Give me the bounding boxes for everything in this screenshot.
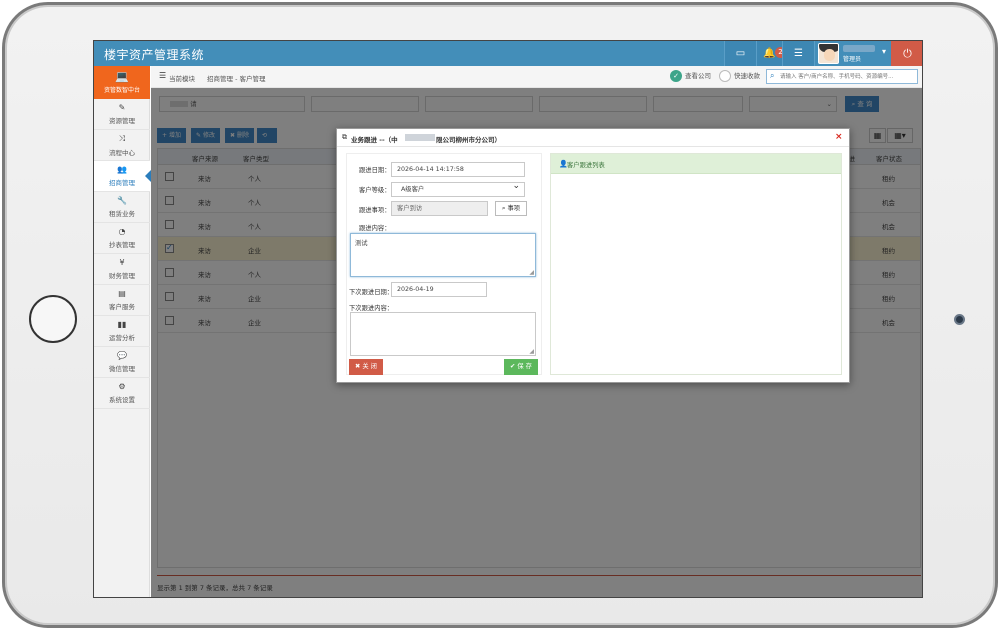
main-content: ☰ 当前模块 招商管理 - 客户管理 ✓查看公司 快速收款 ⌕ 请 ⌄ ⌕ 查 … [151,66,922,597]
level-label: 客户等级： [359,187,391,194]
close-icon[interactable]: × [835,132,843,142]
camera-icon [954,314,965,325]
search-icon: ⌕ [770,71,775,80]
follow-up-modal: ⧉ 业务跟进 --（中 限公司柳州市分公司） × 跟进日期： 2026-04-1… [336,128,850,383]
save-button[interactable]: ✔ 保 存 [504,359,538,375]
monitor-icon[interactable]: ▭ [724,41,756,66]
breadcrumb: ☰ 当前模块 招商管理 - 客户管理 ✓ 查看公司 快速收款 ⌕ [151,66,922,88]
search-icon: ⌕ [501,205,506,212]
list-icon[interactable]: ☰ [782,41,814,66]
card-icon: ▤ [118,289,126,298]
user-role: 管理员 [843,56,862,63]
breadcrumb-current: 当前模块 [169,75,195,83]
sidebar-item-service[interactable]: ▤ 客户服务 [94,285,150,316]
sidebar-item-meter[interactable]: ◔ 抄表管理 [94,223,150,254]
follow-up-list-header: 👤 客户跟进列表 [551,154,841,174]
caret-down-icon: ▾ [882,47,887,56]
sidebar-item-settings[interactable]: ⚙ 系统设置 [94,378,150,409]
chat-icon: 💬 [117,351,127,360]
sidebar-item-lease[interactable]: 🔧 租赁业务 [94,192,150,223]
copy-icon: ⧉ [342,133,347,141]
menu-icon[interactable]: ☰ [159,71,166,80]
matter-field: 客户到访 [391,201,488,216]
laptop-icon: 💻 [115,70,129,83]
user-plus-icon: 👥 [117,165,127,174]
top-header: 楼宇资产管理系统 ▭ 🔔 2 ☰ 管理员 ▾ ⏻ [94,41,922,66]
company-name-redacted [405,134,435,141]
modal-title: 业务跟进 --（中 [351,136,398,144]
quick-payment-toggle[interactable]: 快速收款 [719,70,760,82]
content-label: 跟进内容： [359,225,391,232]
modal-header: ⧉ 业务跟进 --（中 限公司柳州市分公司） × [337,129,849,147]
yen-icon: ¥ [119,258,125,267]
check-icon: ✓ [670,70,682,82]
close-button[interactable]: ✖ 关 闭 [349,359,383,375]
breadcrumb-path: 招商管理 - 客户管理 [207,75,266,83]
bell-icon: 🔔 [763,48,776,59]
edit-icon: ✎ [118,103,126,112]
wrench-icon: 🔧 [117,196,127,205]
resize-grip-icon: ◢ [529,269,534,276]
next-content-label: 下次跟进内容： [349,305,394,312]
next-content-textarea[interactable]: ◢ [350,312,536,356]
app-screen: 楼宇资产管理系统 ▭ 🔔 2 ☰ 管理员 ▾ ⏻ 💻 资管数智中台 ✎ 资源管理 … [93,40,923,598]
shuffle-icon: ⤨ [118,134,126,143]
next-date-field[interactable]: 2026-04-19 [391,282,487,297]
matter-button[interactable]: ⌕ 事项 [495,201,527,216]
sidebar-item-wechat[interactable]: 💬 微信管理 [94,347,150,378]
sidebar-item-finance[interactable]: ¥ 财务管理 [94,254,150,285]
sidebar: 💻 资管数智中台 ✎ 资源管理 ⤨ 流程中心 👥 招商管理 🔧 租赁业务 ◔ 抄表管理 ¥… [94,66,151,597]
app-title: 楼宇资产管理系统 [104,48,205,62]
resize-grip-icon: ◢ [529,348,534,355]
level-select[interactable]: A级客户 [391,180,525,197]
bar-chart-icon: ▮▮ [117,320,127,329]
global-search: ⌕ [766,69,918,84]
sidebar-item-resource[interactable]: ✎ 资源管理 [94,99,150,130]
gears-icon: ⚙ [118,382,126,391]
sidebar-item-investment[interactable]: 👥 招商管理 [94,161,151,192]
avatar [818,43,839,64]
follow-date-field[interactable]: 2026-04-14 14:17:58 [391,162,525,177]
home-button[interactable] [29,295,77,343]
follow-up-form: 跟进日期： 2026-04-14 14:17:58 客户等级： A级客户 跟进事… [346,153,542,375]
user-name-redacted [843,45,875,52]
matter-label: 跟进事项： [359,207,391,214]
user-menu[interactable]: 管理员 ▾ [814,41,891,66]
modal-title-suffix: 限公司柳州市分公司） [436,136,501,144]
sidebar-item-analysis[interactable]: ▮▮ 运营分析 [94,316,150,347]
follow-date-label: 跟进日期： [359,167,391,174]
empty-circle-icon [719,70,731,82]
search-input[interactable] [780,71,916,82]
view-company-toggle[interactable]: ✓ 查看公司 [670,70,711,82]
tablet-frame: 楼宇资产管理系统 ▭ 🔔 2 ☰ 管理员 ▾ ⏻ 💻 资管数智中台 ✎ 资源管理 … [2,2,998,628]
sidebar-item-workflow[interactable]: ⤨ 流程中心 [94,130,150,161]
next-date-label: 下次跟进日期： [349,289,394,296]
power-icon[interactable]: ⏻ [891,41,922,66]
sidebar-top-dashboard[interactable]: 💻 资管数智中台 [94,66,150,99]
content-textarea[interactable]: 测试 ◢ [350,233,536,277]
follow-up-list-panel: 👤 客户跟进列表 [550,153,842,375]
follow-up-list-title: 客户跟进列表 [567,162,605,169]
gauge-icon: ◔ [118,227,126,236]
